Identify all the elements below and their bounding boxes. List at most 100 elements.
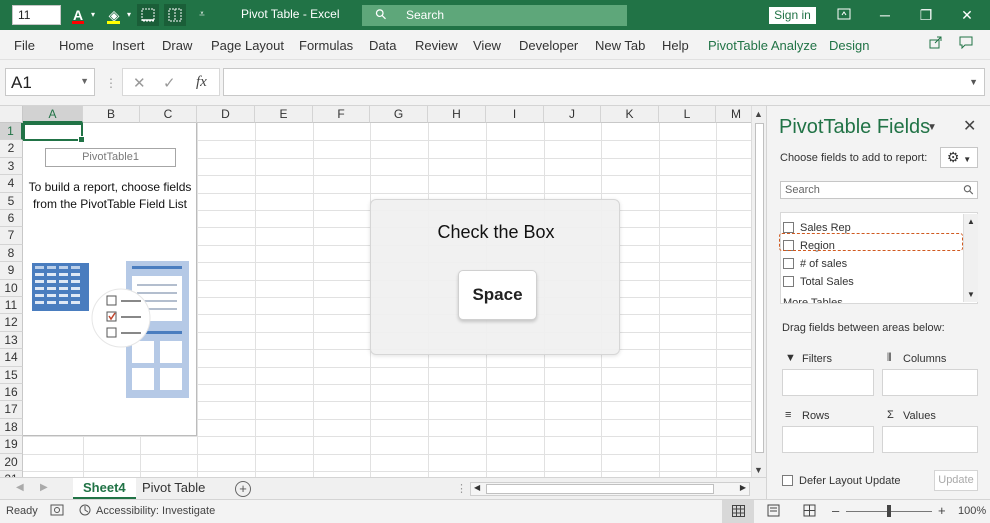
scroll-up-icon[interactable]: ▲ <box>967 217 975 226</box>
tab-data[interactable]: Data <box>369 38 396 53</box>
normal-view-button[interactable] <box>722 500 754 523</box>
row-header[interactable]: 8 <box>0 244 23 263</box>
column-header[interactable]: K <box>601 106 659 123</box>
share-icon[interactable] <box>925 36 945 54</box>
column-header[interactable]: D <box>197 106 255 123</box>
pivot-table-placeholder[interactable]: PivotTable1 To build a report, choose fi… <box>23 123 197 436</box>
customize-toolbar-icon[interactable]: ⩡ <box>195 6 209 24</box>
row-header[interactable]: 15 <box>0 366 23 384</box>
column-header[interactable]: H <box>428 106 486 123</box>
tab-developer[interactable]: Developer <box>519 38 578 53</box>
chevron-down-icon[interactable]: ▾ <box>124 6 134 24</box>
field-search-input[interactable]: Search ⚲ <box>780 181 978 199</box>
column-header[interactable]: B <box>83 106 140 123</box>
tab-design[interactable]: Design <box>829 38 869 53</box>
pane-options-icon[interactable]: ▼ <box>927 122 937 133</box>
row-header[interactable]: 11 <box>0 297 23 315</box>
scroll-up-icon[interactable]: ▲ <box>754 109 763 119</box>
chevron-down-icon[interactable]: ▼ <box>80 76 89 86</box>
checkbox[interactable] <box>783 258 794 269</box>
checkbox[interactable] <box>783 222 794 233</box>
horizontal-scrollbar[interactable]: ◀ ▶ <box>470 482 750 496</box>
row-header[interactable]: 19 <box>0 436 23 454</box>
tab-view[interactable]: View <box>473 38 501 53</box>
tab-help[interactable]: Help <box>662 38 689 53</box>
columns-drop-area[interactable] <box>882 369 978 396</box>
column-header[interactable]: I <box>486 106 544 123</box>
row-header[interactable]: 9 <box>0 262 23 280</box>
tab-splitter-icon[interactable]: ⋮ <box>456 482 467 495</box>
name-box[interactable]: A1 ▼ <box>5 68 95 96</box>
row-header[interactable]: 6 <box>0 210 23 228</box>
scroll-down-icon[interactable]: ▼ <box>754 465 763 475</box>
column-header[interactable]: J <box>544 106 601 123</box>
search-box[interactable]: ⚲ Search <box>362 5 627 26</box>
formula-input[interactable]: ▼ <box>223 68 985 96</box>
defer-layout-update[interactable]: Defer Layout Update <box>782 475 901 487</box>
sheet-tab-pivot-table[interactable]: Pivot Table <box>132 478 215 499</box>
values-drop-area[interactable] <box>882 426 978 453</box>
row-header[interactable]: 18 <box>0 418 23 437</box>
field-num-of-sales[interactable]: # of sales <box>783 256 847 272</box>
minimize-icon[interactable]: ─ <box>873 4 897 26</box>
row-header[interactable]: 10 <box>0 279 23 297</box>
column-header[interactable]: A <box>23 106 83 123</box>
more-tables-link[interactable]: More Tables... <box>783 295 852 303</box>
checkbox[interactable] <box>783 276 794 287</box>
column-header[interactable]: C <box>140 106 197 123</box>
sheet-tab-sheet4[interactable]: Sheet4 <box>73 478 136 499</box>
close-icon[interactable]: ✕ <box>963 116 976 136</box>
scroll-thumb[interactable] <box>486 484 714 494</box>
sign-in-button[interactable]: Sign in <box>769 7 816 24</box>
zoom-slider-thumb[interactable] <box>887 505 891 517</box>
next-sheet-icon[interactable]: ▶ <box>40 482 48 493</box>
field-total-sales[interactable]: Total Sales <box>783 274 854 290</box>
font-color-icon[interactable]: A <box>70 6 86 24</box>
row-header[interactable]: 5 <box>0 192 23 210</box>
insert-function-icon[interactable]: fx <box>196 74 207 91</box>
column-header[interactable]: G <box>370 106 428 123</box>
column-header[interactable]: F <box>313 106 370 123</box>
prev-sheet-icon[interactable]: ◀ <box>16 482 24 493</box>
row-header[interactable]: 17 <box>0 401 23 419</box>
chevron-down-icon[interactable]: ▼ <box>969 77 978 87</box>
field-list-scrollbar[interactable]: ▲ ▼ <box>963 214 978 302</box>
row-header[interactable]: 2 <box>0 140 23 158</box>
accessibility-icon[interactable] <box>79 504 92 520</box>
tab-pivottable-analyze[interactable]: PivotTable Analyze <box>708 38 817 53</box>
column-header[interactable]: E <box>255 106 313 123</box>
rows-drop-area[interactable] <box>782 426 874 453</box>
scroll-thumb[interactable] <box>755 123 764 453</box>
scroll-right-icon[interactable]: ▶ <box>740 483 746 492</box>
merge-cells-icon[interactable] <box>164 4 186 26</box>
zoom-in-button[interactable]: + <box>938 503 946 518</box>
fill-color-icon[interactable]: ◈ <box>105 6 123 24</box>
tools-button[interactable]: ⚙ ▼ <box>940 147 978 168</box>
zoom-out-button[interactable]: – <box>832 503 839 518</box>
row-header[interactable]: 20 <box>0 453 23 471</box>
tab-insert[interactable]: Insert <box>112 38 145 53</box>
row-header[interactable]: 16 <box>0 384 23 402</box>
tab-review[interactable]: Review <box>415 38 458 53</box>
add-sheet-button[interactable]: + <box>235 481 251 497</box>
borders-icon[interactable] <box>137 4 159 26</box>
active-cell-a1[interactable] <box>23 123 85 143</box>
tab-new-tab[interactable]: New Tab <box>595 38 645 53</box>
tab-formulas[interactable]: Formulas <box>299 38 353 53</box>
row-header[interactable]: 12 <box>0 314 23 332</box>
row-header[interactable]: 13 <box>0 331 23 350</box>
cancel-icon[interactable]: ✕ <box>133 74 146 92</box>
close-icon[interactable]: ✕ <box>955 4 979 26</box>
splitter-icon[interactable]: ⋮ <box>105 76 117 90</box>
row-header[interactable]: 1 <box>0 123 23 141</box>
page-layout-view-icon[interactable] <box>767 504 780 520</box>
filters-drop-area[interactable] <box>782 369 874 396</box>
scroll-left-icon[interactable]: ◀ <box>474 483 480 492</box>
comments-icon[interactable] <box>956 36 976 54</box>
update-button[interactable]: Update <box>934 470 978 491</box>
ribbon-display-icon[interactable] <box>832 4 856 26</box>
checkbox[interactable] <box>782 475 793 486</box>
select-all-corner[interactable] <box>0 106 23 123</box>
tab-page-layout[interactable]: Page Layout <box>211 38 284 53</box>
column-header[interactable]: L <box>659 106 716 123</box>
